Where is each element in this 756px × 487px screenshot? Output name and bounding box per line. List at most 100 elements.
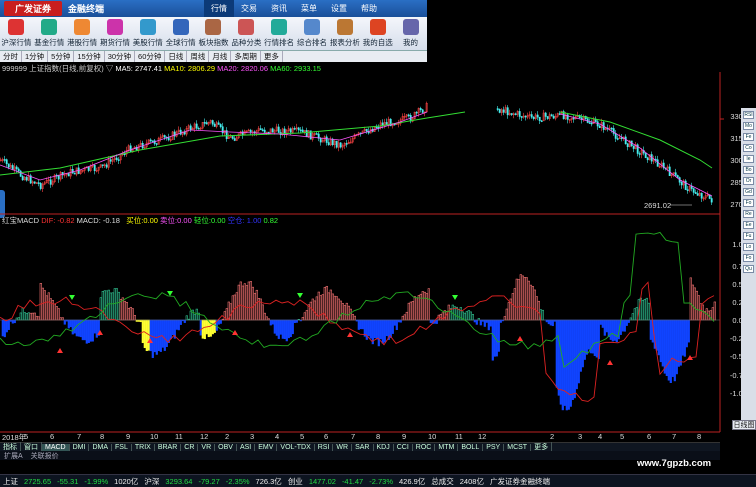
period-tab[interactable]: 1分钟	[22, 51, 49, 62]
toolbar-button[interactable]: 我的自选	[361, 17, 394, 50]
indicator-tab[interactable]: SAR	[352, 443, 374, 451]
right-strip-button[interactable]: Fe	[743, 133, 754, 141]
right-strip-button[interactable]: Mo	[743, 122, 754, 130]
indicator-tab[interactable]: KDJ	[374, 443, 394, 451]
broker-name: 广发证券金融终端	[489, 476, 550, 486]
macd-bar	[427, 288, 430, 321]
right-strip-button[interactable]: Ee	[743, 221, 754, 229]
period-tab[interactable]: 周线	[187, 51, 210, 62]
period-tab[interactable]: 15分钟	[74, 51, 105, 62]
macd-bar	[403, 314, 406, 321]
right-strip-button[interactable]: Gd	[743, 188, 754, 196]
candle-body	[169, 139, 172, 141]
right-strip-button[interactable]: Fo	[743, 199, 754, 207]
indicator-tab[interactable]: BRAR	[155, 443, 182, 451]
right-strip-button[interactable]: Fo	[743, 254, 754, 262]
macd-bar	[501, 319, 504, 322]
right-strip-button[interactable]: Bo	[743, 166, 754, 174]
toolbar-button[interactable]: 我的	[394, 17, 427, 50]
indicator-tab[interactable]: MACD	[42, 443, 70, 451]
macd-bar	[475, 319, 478, 325]
candle-body	[710, 198, 713, 203]
extension-tabs: 扩展A 关联报价	[0, 451, 720, 460]
macd-bar	[371, 319, 374, 345]
time-tick: 9	[402, 432, 407, 441]
indicator-tab[interactable]: DMI	[70, 443, 90, 451]
toolbar-button[interactable]: 板块指数	[197, 17, 230, 50]
toolbar-button[interactable]: 基金行情	[33, 17, 66, 50]
indicator-tab[interactable]: ASI	[237, 443, 256, 451]
indicator-tab[interactable]: OBV	[215, 443, 237, 451]
candle-body	[63, 174, 66, 176]
right-strip-button[interactable]: RSI	[743, 111, 754, 119]
indicator-tab[interactable]: CCI	[394, 443, 413, 451]
toolbar-button[interactable]: 品种分类	[230, 17, 263, 50]
period-tab[interactable]: 月线	[209, 51, 232, 62]
right-strip-button[interactable]: Ie	[743, 155, 754, 163]
toolbar-button[interactable]: 沪深行情	[0, 17, 33, 50]
indicator-tab[interactable]: MTM	[435, 443, 459, 451]
indicator-tab[interactable]: PSY	[483, 443, 505, 451]
top-menu-item[interactable]: 帮助	[354, 0, 384, 17]
period-tab[interactable]: 日线	[165, 51, 188, 62]
right-strip-button[interactable]: Or	[743, 177, 754, 185]
toolbar-button[interactable]: 综合排名	[296, 17, 329, 50]
toolbar-icon	[402, 19, 419, 35]
indicator-tab[interactable]: FSL	[112, 443, 132, 451]
indicator-tab[interactable]: EMV	[255, 443, 278, 451]
toolbar-button[interactable]: 行情排名	[263, 17, 296, 50]
period-tab[interactable]: 60分钟	[135, 51, 166, 62]
period-tab[interactable]: 5分钟	[48, 51, 75, 62]
candle-body	[331, 138, 334, 146]
indicator-tab[interactable]: VOL-TDX	[277, 443, 315, 451]
toolbar-button[interactable]: 期货行情	[99, 17, 132, 50]
daily-chart-button[interactable]: 日线图	[732, 420, 756, 430]
indicator-tab[interactable]: WR	[333, 443, 353, 451]
right-strip-button[interactable]: Qu	[743, 265, 754, 273]
indicator-tab[interactable]: CR	[181, 443, 199, 451]
right-strip-button[interactable]: Co	[743, 144, 754, 152]
candle-body	[598, 125, 601, 128]
candle-body	[375, 126, 378, 129]
indicator-tab[interactable]: VR	[198, 443, 216, 451]
buy-signal-arrow	[517, 336, 523, 341]
macd-bar	[573, 319, 576, 399]
extension-tab[interactable]: 扩展A	[0, 451, 27, 461]
macd-bar	[595, 319, 598, 358]
right-strip-button[interactable]: Lo	[743, 243, 754, 251]
period-tab[interactable]: 30分钟	[105, 51, 136, 62]
ma-info-line: 999999 上证指数(日线,前复权) ▽ MA5: 2747.41 MA10:…	[2, 63, 321, 74]
top-menu-item[interactable]: 菜单	[294, 0, 324, 17]
period-tab[interactable]: 多周期	[231, 51, 261, 62]
macd-bar	[193, 314, 196, 321]
top-menu-item[interactable]: 资讯	[264, 0, 294, 17]
period-tab[interactable]: 更多	[261, 51, 283, 62]
indicator-tab[interactable]: ROC	[413, 443, 436, 451]
candle-body	[29, 175, 32, 184]
candle-body	[83, 167, 86, 171]
extension-tab[interactable]: 关联报价	[27, 451, 63, 461]
toolbar-button[interactable]: 美股行情	[131, 17, 164, 50]
indicator-tab[interactable]: DMA	[89, 443, 113, 451]
macd-bar	[301, 317, 304, 321]
macd-bar	[155, 319, 158, 355]
toolbar-button[interactable]: 港股行情	[66, 17, 99, 50]
macd-bar	[21, 307, 24, 321]
top-menu-item[interactable]: 设置	[324, 0, 354, 17]
toolbar-label: 期货行情	[99, 38, 130, 47]
top-menu-item[interactable]: 行情	[204, 0, 235, 17]
cy-percent: -2.73%	[369, 476, 393, 486]
right-strip-button[interactable]: Re	[743, 210, 754, 218]
indicator-tab[interactable]: RSI	[315, 443, 334, 451]
indicator-tab[interactable]: TRIX	[132, 443, 155, 451]
indicator-tab[interactable]: BOLL	[458, 443, 484, 451]
side-panel-handle[interactable]	[0, 190, 5, 218]
period-tab[interactable]: 分时	[0, 51, 22, 62]
macd-bar	[157, 319, 160, 351]
toolbar-button[interactable]: 全球行情	[164, 17, 197, 50]
right-strip-button[interactable]: Fu	[743, 232, 754, 240]
macd-bar	[123, 300, 126, 321]
top-menu-item[interactable]: 交易	[234, 0, 264, 17]
indicator-tab[interactable]: MCST	[504, 443, 532, 451]
toolbar-button[interactable]: 报表分析	[328, 17, 361, 50]
